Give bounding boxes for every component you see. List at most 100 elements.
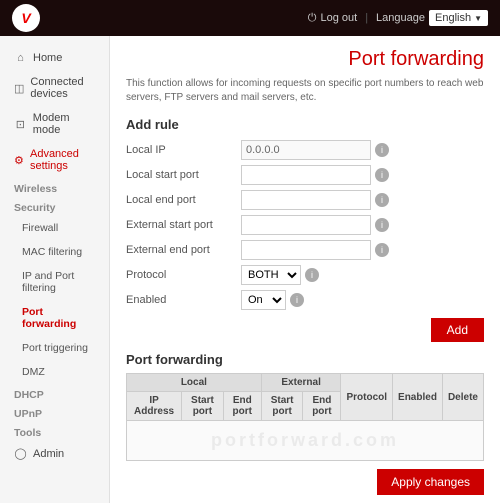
local-ip-label: Local IP: [126, 144, 241, 156]
local-ip-input[interactable]: [241, 140, 371, 160]
power-icon: [308, 12, 317, 25]
local-start-port-input[interactable]: [241, 165, 371, 185]
local-end-port-info-icon[interactable]: i: [375, 193, 389, 207]
local-end-port-row: Local end port i: [126, 190, 484, 210]
external-end-port-col-header: End port: [303, 392, 341, 421]
local-ip-row: Local IP i: [126, 140, 484, 160]
local-start-port-row: Local start port i: [126, 165, 484, 185]
external-end-port-input-wrap: i: [241, 240, 389, 260]
page-description: This function allows for incoming reques…: [126, 77, 484, 105]
sidebar-section-security: Security: [0, 197, 109, 216]
language-label: Language: [376, 12, 425, 24]
protocol-label: Protocol: [126, 269, 241, 281]
enabled-info-icon[interactable]: i: [290, 293, 304, 307]
language-box[interactable]: English ▼: [429, 10, 488, 26]
apply-changes-button[interactable]: Apply changes: [377, 469, 484, 495]
sidebar-item-ip-port-filtering[interactable]: IP and Port filtering: [0, 264, 109, 300]
local-ip-input-wrap: i: [241, 140, 389, 160]
sidebar-item-dmz[interactable]: DMZ: [0, 360, 109, 384]
sidebar-item-port-forwarding[interactable]: Port forwarding: [0, 300, 109, 336]
logout-button[interactable]: Log out: [308, 12, 357, 25]
sidebar-item-mac-filtering[interactable]: MAC filtering: [0, 240, 109, 264]
main-layout: ⌂ Home ◫ Connected devices ⊡ Modem mode …: [0, 36, 500, 503]
external-group-header: External: [261, 374, 341, 392]
language-arrow-icon: ▼: [474, 14, 482, 23]
external-start-port-row: External start port i: [126, 215, 484, 235]
apply-button-row: Apply changes: [126, 461, 484, 495]
page-title: Port forwarding: [126, 48, 484, 71]
sidebar-section-upnp: UPnP: [0, 403, 109, 422]
external-end-port-input[interactable]: [241, 240, 371, 260]
sidebar-item-advanced-settings[interactable]: ⚙ Advanced settings: [0, 142, 109, 178]
local-end-port-label: Local end port: [126, 194, 241, 206]
protocol-input-wrap: BOTH TCP UDP i: [241, 265, 319, 285]
external-start-port-col-header: Start port: [261, 392, 303, 421]
table-watermark-cell: portforward.com: [127, 421, 484, 461]
sidebar-item-firewall[interactable]: Firewall: [0, 216, 109, 240]
settings-icon: ⚙: [14, 154, 24, 167]
table-group-header-row: Local External Protocol Enabled Delete: [127, 374, 484, 392]
add-rule-form: Local IP i Local start port i Local end …: [126, 140, 484, 310]
sidebar-item-home[interactable]: ⌂ Home: [0, 46, 109, 70]
local-start-port-info-icon[interactable]: i: [375, 168, 389, 182]
protocol-row: Protocol BOTH TCP UDP i: [126, 265, 484, 285]
table-watermark-row: portforward.com: [127, 421, 484, 461]
sidebar-item-ip-port-filtering-label: IP and Port filtering: [22, 270, 99, 294]
sidebar-section-tools-label: Tools: [14, 427, 41, 439]
sidebar-item-advanced-settings-label: Advanced settings: [30, 148, 99, 172]
sidebar-section-security-label: Security: [14, 202, 55, 214]
enabled-label: Enabled: [126, 294, 241, 306]
sidebar-item-port-triggering-label: Port triggering: [22, 342, 88, 354]
sidebar-item-connected-devices[interactable]: ◫ Connected devices: [0, 70, 109, 106]
port-forwarding-table: Local External Protocol Enabled Delete I…: [126, 373, 484, 461]
protocol-select[interactable]: BOTH TCP UDP: [241, 265, 301, 285]
external-end-port-label: External end port: [126, 244, 241, 256]
sidebar-section-dhcp-label: DHCP: [14, 389, 44, 401]
local-end-port-input[interactable]: [241, 190, 371, 210]
external-start-port-input[interactable]: [241, 215, 371, 235]
language-value: English: [435, 12, 471, 24]
local-start-port-col-header: Start port: [182, 392, 224, 421]
local-end-port-col-header: End port: [223, 392, 261, 421]
sidebar-item-mac-filtering-label: MAC filtering: [22, 246, 82, 258]
sidebar-item-modem-mode-label: Modem mode: [33, 112, 99, 136]
external-start-port-input-wrap: i: [241, 215, 389, 235]
external-start-port-info-icon[interactable]: i: [375, 218, 389, 232]
local-ip-info-icon[interactable]: i: [375, 143, 389, 157]
sidebar-section-wireless-label: Wireless: [14, 183, 57, 195]
sidebar-section-upnp-label: UPnP: [14, 408, 42, 420]
sidebar-item-port-forwarding-label: Port forwarding: [22, 306, 99, 330]
add-button-row: Add: [126, 318, 484, 348]
sidebar-item-admin[interactable]: ◯ Admin: [0, 441, 109, 466]
local-start-port-input-wrap: i: [241, 165, 389, 185]
local-group-header: Local: [127, 374, 262, 392]
protocol-info-icon[interactable]: i: [305, 268, 319, 282]
sidebar-item-connected-devices-label: Connected devices: [30, 76, 99, 100]
add-button[interactable]: Add: [431, 318, 484, 342]
sidebar-item-home-label: Home: [33, 52, 62, 64]
header-divider: |: [365, 12, 368, 24]
home-icon: ⌂: [14, 52, 27, 64]
sidebar-section-tools: Tools: [0, 422, 109, 441]
language-selector[interactable]: Language English ▼: [376, 10, 488, 26]
enabled-col-header: Enabled: [393, 374, 443, 421]
sidebar-item-admin-label: Admin: [33, 448, 64, 460]
logout-label: Log out: [320, 12, 357, 24]
enabled-select[interactable]: On Off: [241, 290, 286, 310]
logo-v-text: V: [21, 10, 30, 26]
sidebar-item-dmz-label: DMZ: [22, 366, 45, 378]
admin-icon: ◯: [14, 447, 27, 460]
external-end-port-info-icon[interactable]: i: [375, 243, 389, 257]
modem-icon: ⊡: [14, 118, 27, 131]
add-rule-title: Add rule: [126, 117, 484, 132]
external-start-port-label: External start port: [126, 219, 241, 231]
ip-address-col-header: IP Address: [127, 392, 182, 421]
header-right: Log out | Language English ▼: [308, 10, 488, 26]
local-start-port-label: Local start port: [126, 169, 241, 181]
delete-col-header: Delete: [442, 374, 483, 421]
enabled-input-wrap: On Off i: [241, 290, 304, 310]
sidebar-item-modem-mode[interactable]: ⊡ Modem mode: [0, 106, 109, 142]
sidebar-item-port-triggering[interactable]: Port triggering: [0, 336, 109, 360]
protocol-col-header: Protocol: [341, 374, 393, 421]
header: V Log out | Language English ▼: [0, 0, 500, 36]
